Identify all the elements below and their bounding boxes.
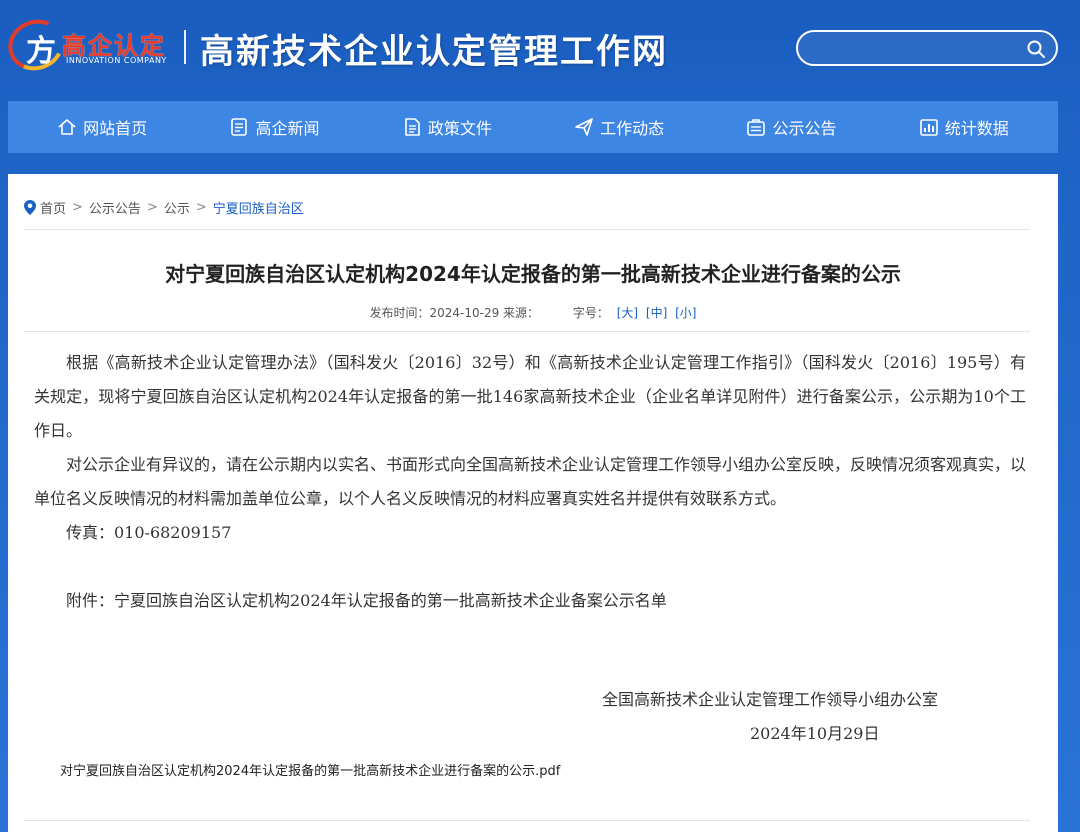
news-icon — [231, 118, 248, 136]
nav-item-news[interactable]: 高企新闻 — [229, 115, 320, 139]
nav-item-home[interactable]: 网站首页 — [57, 115, 147, 139]
logo-separator — [184, 30, 186, 64]
nav-item-work[interactable]: 工作动态 — [574, 115, 664, 139]
fax-line: 传真：010-68209157 — [66, 523, 232, 542]
article-title: 对宁夏回族自治区认定机构2024年认定报备的第一批高新技术企业进行备案的公示 — [165, 262, 901, 286]
breadcrumb-separator: > — [146, 200, 158, 215]
article-card: 首页 > 公示公告 > 公示 > 宁夏回族自治区 对宁夏回族自治区认定机构202… — [8, 174, 1058, 832]
breadcrumb-divider — [24, 229, 1030, 230]
breadcrumb-announcements[interactable]: 公示公告 — [89, 198, 141, 217]
nav-item-label: 政策文件 — [427, 119, 492, 138]
location-pin-icon — [24, 200, 36, 215]
font-size-small-button[interactable]: [小] — [675, 306, 696, 320]
site-logo[interactable]: 方 高企认定 INNOVATION COMPANY — [1, 11, 186, 79]
nav-item-label: 公示公告 — [772, 119, 837, 138]
chart-icon — [919, 119, 938, 136]
nav-item-label: 统计数据 — [944, 119, 1009, 138]
home-icon — [58, 119, 76, 135]
breadcrumb-separator: > — [72, 200, 83, 215]
nav-item-label: 工作动态 — [600, 119, 665, 138]
announcement-icon — [747, 119, 766, 136]
search-input[interactable] — [812, 38, 1022, 58]
nav-item-label: 网站首页 — [83, 119, 148, 138]
attachment-pdf-link[interactable]: 对宁夏回族自治区认定机构2024年认定报备的第一批高新技术企业进行备案的公示.p… — [60, 760, 560, 779]
site-title: 高新技术企业认定管理工作网 — [200, 32, 668, 72]
signature-organization: 全国高新技术企业认定管理工作领导小组办公室 — [602, 690, 939, 709]
article-body: 根据《高新技术企业认定管理办法》（国科发火〔2016〕32号）和《高新技术企业认… — [34, 346, 1026, 618]
font-size-large-button[interactable]: [大] — [617, 306, 638, 320]
signature-date: 2024年10月29日 — [750, 724, 880, 743]
search-icon[interactable] — [1026, 39, 1046, 59]
article-meta: 发布时间：2024-10-29 来源： 字号： [大] [中] [小] — [8, 304, 1058, 321]
attachment-line: 附件：宁夏回族自治区认定机构2024年认定报备的第一批高新技术企业备案公示名单 — [66, 591, 667, 610]
body-paragraph: 对公示企业有异议的，请在公示期内以实名、书面形式向全国高新技术企业认定管理工作领… — [34, 455, 1027, 508]
main-nav: 网站首页 高企新闻 政策文件 工作动态 公示公告 统计数据 — [8, 101, 1058, 153]
logo-mark: 方 — [26, 34, 56, 69]
breadcrumb-notice[interactable]: 公示 — [164, 198, 190, 217]
meta-divider — [24, 331, 1030, 332]
breadcrumb-separator: > — [195, 200, 207, 215]
search-box — [796, 30, 1058, 66]
font-size-medium-button[interactable]: [中] — [646, 306, 667, 320]
nav-item-label: 高企新闻 — [255, 119, 320, 138]
nav-item-policy[interactable]: 政策文件 — [402, 115, 492, 139]
site-header: 方 高企认定 INNOVATION COMPANY 高新技术企业认定管理工作网 — [0, 0, 1080, 100]
nav-item-announcement[interactable]: 公示公告 — [746, 115, 836, 139]
document-icon — [405, 118, 420, 136]
nav-item-statistics[interactable]: 统计数据 — [919, 115, 1009, 139]
logo-text-en: INNOVATION COMPANY — [66, 56, 167, 65]
publish-info: 发布时间：2024-10-29 来源： — [369, 306, 540, 320]
bottom-divider — [24, 820, 1030, 821]
breadcrumb-home[interactable]: 首页 — [40, 198, 66, 217]
font-size-label: 字号： — [572, 306, 609, 320]
breadcrumb-current[interactable]: 宁夏回族自治区 — [213, 198, 304, 217]
breadcrumb: 首页 > 公示公告 > 公示 > 宁夏回族自治区 — [24, 198, 304, 217]
body-paragraph: 根据《高新技术企业认定管理办法》（国科发火〔2016〕32号）和《高新技术企业认… — [34, 353, 1026, 440]
send-icon — [575, 118, 593, 136]
